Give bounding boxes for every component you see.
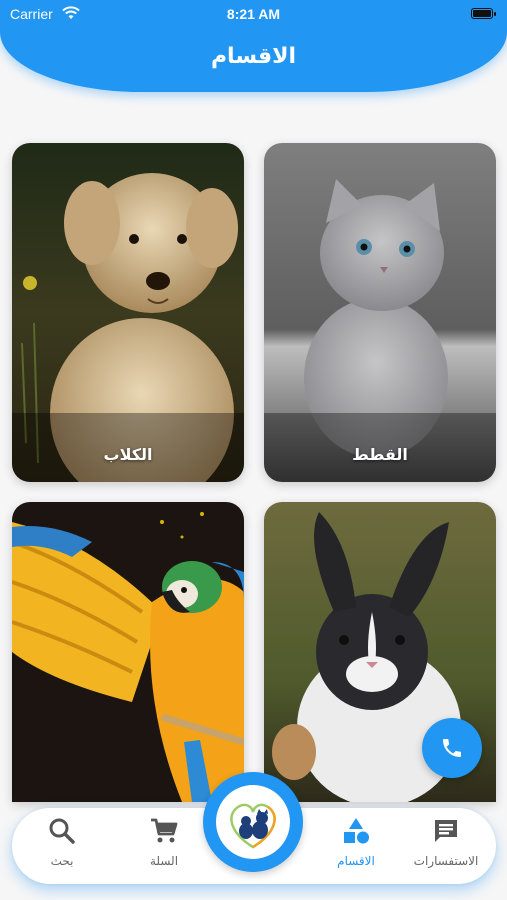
dog-photo	[12, 143, 244, 482]
call-button[interactable]	[422, 718, 482, 778]
status-bar: Carrier 8:21 AM	[0, 0, 507, 28]
parrot-photo	[12, 502, 244, 802]
nav-item-inquiries[interactable]: الاستفسارات	[406, 816, 486, 878]
nav-label-cart: السلة	[149, 854, 179, 868]
search-icon	[49, 818, 75, 844]
phone-icon	[443, 739, 461, 757]
battery-icon	[471, 8, 496, 19]
nav-item-categories[interactable]: الاقسام	[316, 816, 396, 878]
page-title: الاقسام	[210, 44, 297, 69]
nav-item-search[interactable]: بحث	[22, 816, 102, 878]
cart-icon	[151, 818, 178, 843]
category-card-dogs[interactable]: الكلاب	[12, 143, 244, 482]
pets-logo-icon	[230, 803, 276, 849]
home-logo-button[interactable]	[203, 772, 303, 872]
category-card-cats[interactable]: القطط	[264, 143, 496, 482]
app-header: Carrier 8:21 AM الاقسام	[0, 0, 507, 92]
nav-item-cart[interactable]: السلة	[124, 816, 204, 878]
nav-label-categories: الاقسام	[337, 854, 375, 868]
shapes-icon	[344, 818, 369, 844]
nav-label-search: بحث	[50, 854, 74, 868]
category-card-birds[interactable]	[12, 502, 244, 802]
category-label: الكلاب	[103, 445, 153, 464]
chat-icon	[435, 820, 457, 842]
category-label: القطط	[352, 445, 408, 464]
clock: 8:21 AM	[226, 6, 281, 22]
nav-label-inquiries: الاستفسارات	[413, 854, 479, 868]
pets-logo	[216, 785, 290, 859]
cat-photo	[264, 143, 496, 482]
